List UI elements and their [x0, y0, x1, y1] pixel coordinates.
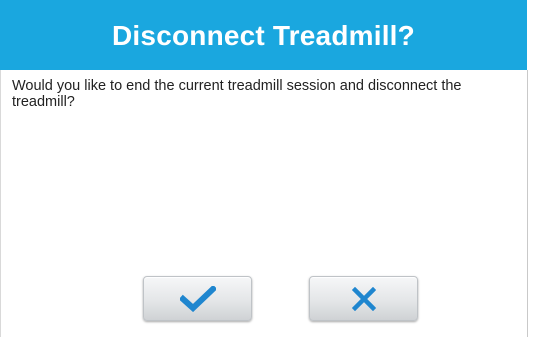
dialog-right-border — [527, 70, 528, 337]
dialog-title: Disconnect Treadmill? — [112, 20, 415, 51]
disconnect-dialog: Disconnect Treadmill? Would you like to … — [0, 0, 540, 337]
checkmark-icon — [179, 285, 216, 312]
cancel-button[interactable] — [309, 276, 418, 321]
close-icon — [351, 286, 376, 311]
dialog-left-border — [0, 70, 1, 337]
dialog-message: Would you like to end the current treadm… — [12, 78, 462, 110]
dialog-header: Disconnect Treadmill? — [0, 0, 527, 70]
confirm-button[interactable] — [143, 276, 252, 321]
